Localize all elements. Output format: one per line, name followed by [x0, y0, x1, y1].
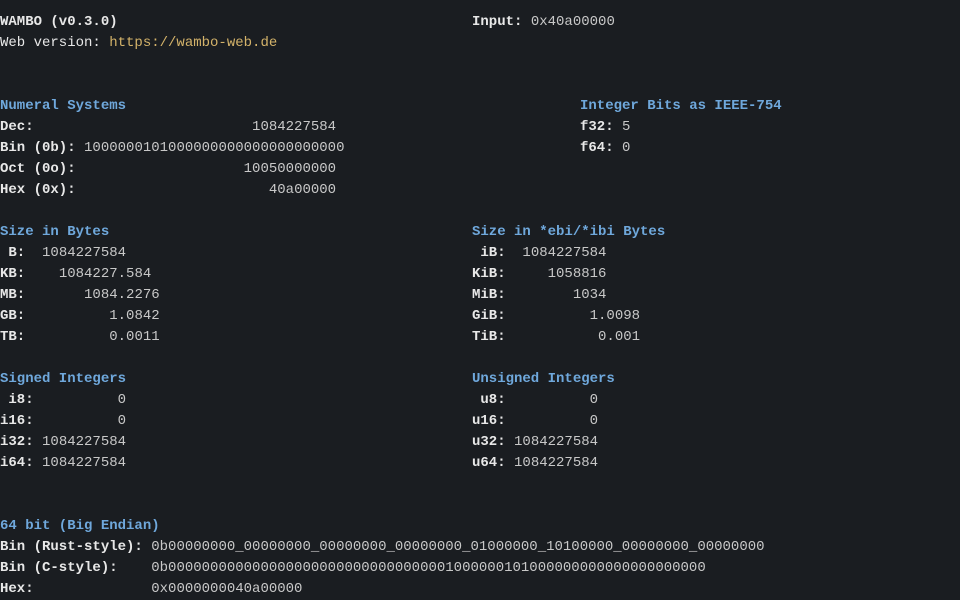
- bin-value: 1000000101000000000000000000000: [84, 140, 344, 156]
- f32-label: f32:: [580, 119, 614, 135]
- hex-label: Hex (0x):: [0, 182, 76, 198]
- u32-value: 1084227584: [514, 434, 598, 450]
- bin-c-label: Bin (C-style):: [0, 560, 118, 576]
- web-link[interactable]: https://wambo-web.de: [109, 35, 277, 51]
- i8-label: i8:: [0, 392, 34, 408]
- tb-value: 0.0011: [109, 329, 159, 345]
- u32-label: u32:: [472, 434, 506, 450]
- dec-label: Dec:: [0, 119, 34, 135]
- numeral-systems-heading: Numeral Systems: [0, 96, 580, 117]
- i16-label: i16:: [0, 413, 34, 429]
- gib-label: GiB:: [472, 308, 506, 324]
- u64-label: u64:: [472, 455, 506, 471]
- u8-value: 0: [590, 392, 598, 408]
- gib-value: 1.0098: [590, 308, 640, 324]
- hex64-value: 0x0000000040a00000: [151, 581, 302, 597]
- b-label: B:: [0, 245, 25, 261]
- dec-value: 1084227584: [252, 119, 336, 135]
- tb-label: TB:: [0, 329, 25, 345]
- i32-label: i32:: [0, 434, 34, 450]
- i16-value: 0: [118, 413, 126, 429]
- u64-value: 1084227584: [514, 455, 598, 471]
- f32-value: 5: [622, 119, 630, 135]
- oct-value: 10050000000: [244, 161, 336, 177]
- gb-value: 1.0842: [109, 308, 159, 324]
- hex-value: 40a00000: [269, 182, 336, 198]
- ib-value: 1084227584: [522, 245, 606, 261]
- hex-pad: [76, 182, 269, 198]
- app-title: WAMBO (v0.3.0): [0, 14, 118, 30]
- i8-value: 0: [118, 392, 126, 408]
- u16-label: u16:: [472, 413, 506, 429]
- f64-value: 0: [622, 140, 630, 156]
- kb-label: KB:: [0, 266, 25, 282]
- oct-label: Oct (0o):: [0, 161, 76, 177]
- bin-c-value: 0b00000000000000000000000000000000010000…: [151, 560, 706, 576]
- bin-label: Bin (0b):: [0, 140, 76, 156]
- input-label: Input:: [472, 14, 522, 30]
- input-value: 0x40a00000: [531, 14, 615, 30]
- f64-label: f64:: [580, 140, 614, 156]
- ieee-heading: Integer Bits as IEEE-754: [580, 96, 782, 117]
- mib-value: 1034: [573, 287, 607, 303]
- ib-label: iB:: [472, 245, 506, 261]
- tib-value: 0.001: [598, 329, 640, 345]
- mb-value: 1084.2276: [84, 287, 160, 303]
- big-endian-heading: 64 bit (Big Endian): [0, 516, 960, 537]
- kb-value: 1084227.584: [59, 266, 151, 282]
- i64-label: i64:: [0, 455, 34, 471]
- mib-label: MiB:: [472, 287, 506, 303]
- unsigned-heading: Unsigned Integers: [472, 369, 960, 390]
- ibytes-heading: Size in *ebi/*ibi Bytes: [472, 222, 960, 243]
- signed-heading: Signed Integers: [0, 369, 472, 390]
- web-version-label: Web version:: [0, 35, 109, 51]
- mb-label: MB:: [0, 287, 25, 303]
- i32-value: 1084227584: [42, 434, 126, 450]
- bytes-heading: Size in Bytes: [0, 222, 472, 243]
- dec-pad: [34, 119, 252, 135]
- kib-value: 1058816: [548, 266, 607, 282]
- u16-value: 0: [590, 413, 598, 429]
- i64-value: 1084227584: [42, 455, 126, 471]
- bin-rust-label: Bin (Rust-style):: [0, 539, 143, 555]
- b-value: 1084227584: [42, 245, 126, 261]
- bin-rust-value: 0b00000000_00000000_00000000_00000000_01…: [151, 539, 764, 555]
- hex64-label: Hex:: [0, 581, 34, 597]
- oct-pad: [76, 161, 244, 177]
- kib-label: KiB:: [472, 266, 506, 282]
- gb-label: GB:: [0, 308, 25, 324]
- tib-label: TiB:: [472, 329, 506, 345]
- u8-label: u8:: [472, 392, 506, 408]
